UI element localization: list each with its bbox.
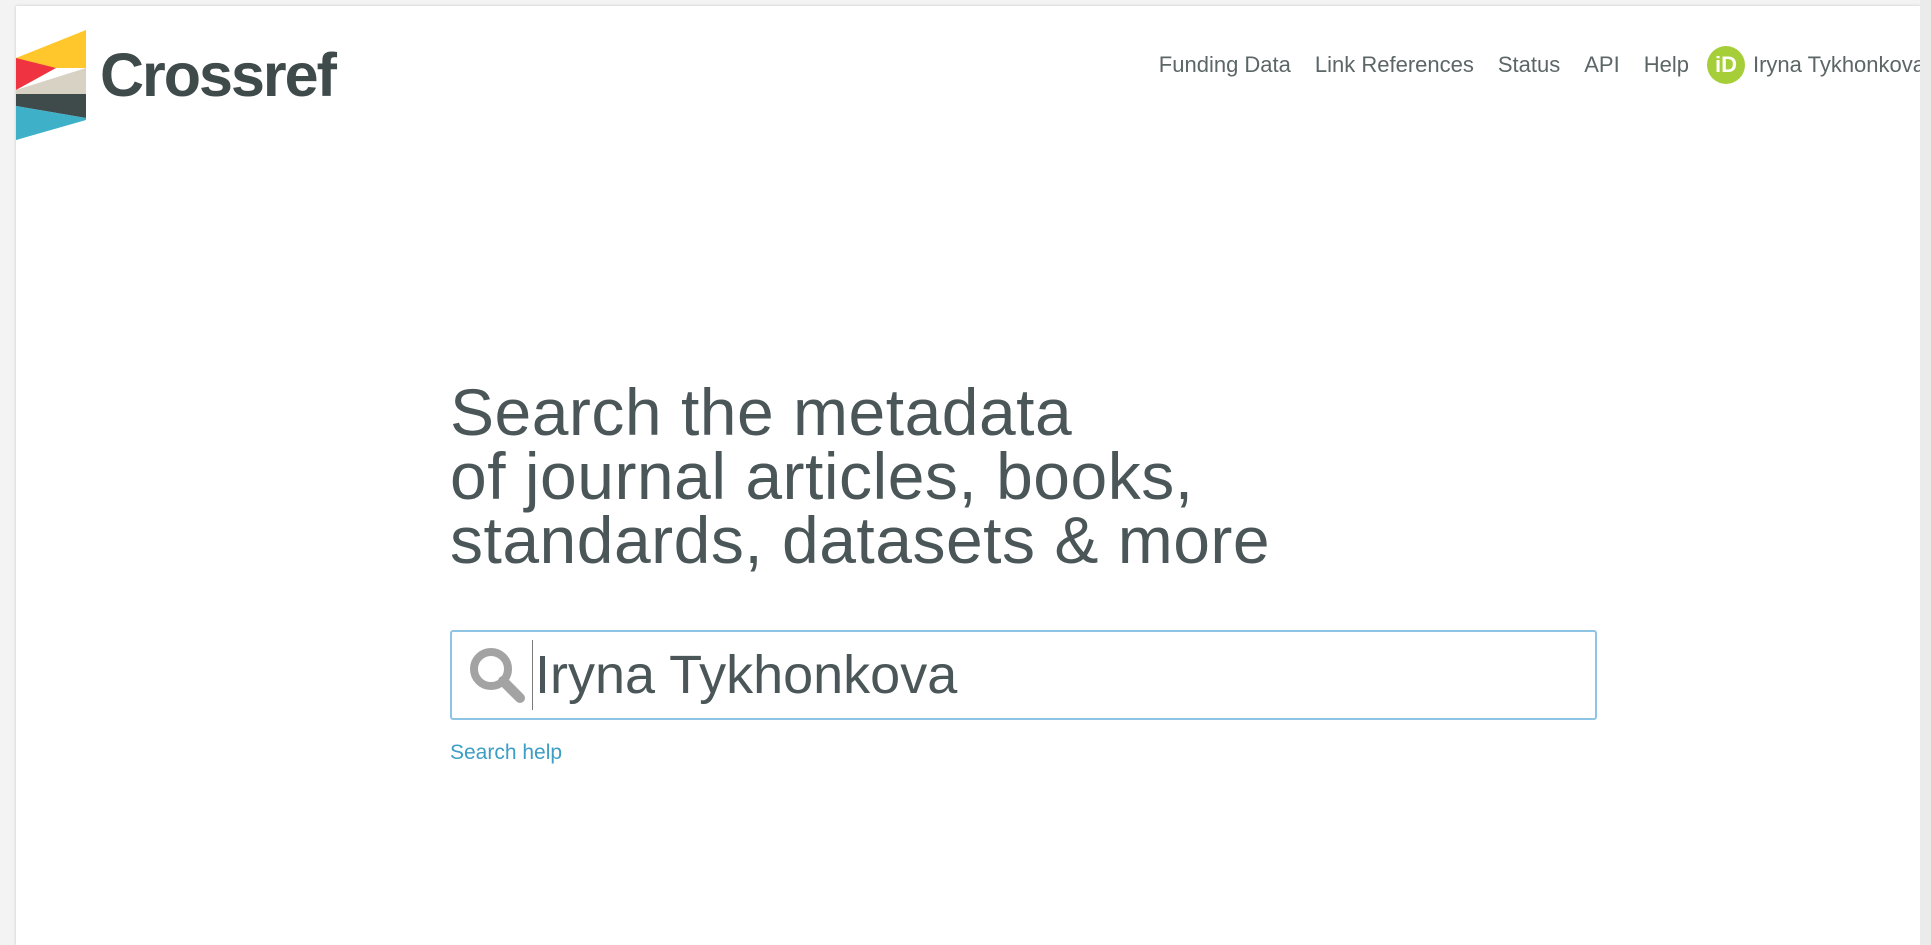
top-navigation: Funding Data Link References Status API … [1135, 46, 1920, 84]
page: Crossref Funding Data Link References St… [16, 6, 1920, 945]
user-menu[interactable]: iD Iryna Tykhonkova [1706, 46, 1920, 84]
search-input[interactable] [532, 640, 1595, 710]
crossref-logo[interactable] [16, 30, 100, 140]
hero-line-1: Search the metadata [450, 375, 1073, 449]
logo-wordmark: Crossref [100, 41, 337, 109]
nav-funding-data[interactable]: Funding Data [1159, 52, 1291, 78]
search-icon [470, 648, 525, 703]
window-edge [1920, 0, 1931, 945]
search-box[interactable] [450, 630, 1597, 720]
search-help-link[interactable]: Search help [450, 741, 562, 765]
nav-help[interactable]: Help [1644, 52, 1689, 78]
orcid-icon: iD [1706, 46, 1745, 84]
nav-api[interactable]: API [1584, 52, 1619, 78]
nav-status[interactable]: Status [1498, 52, 1560, 78]
hero-line-2: of journal articles, books, [450, 439, 1194, 513]
hero-line-3: standards, datasets & more [450, 503, 1271, 577]
crossref-logo-mark [16, 30, 86, 140]
nav-link-references[interactable]: Link References [1315, 52, 1474, 78]
hero-heading: Search the metadata of journal articles,… [450, 375, 1271, 577]
user-name: Iryna Tykhonkova [1752, 52, 1920, 77]
